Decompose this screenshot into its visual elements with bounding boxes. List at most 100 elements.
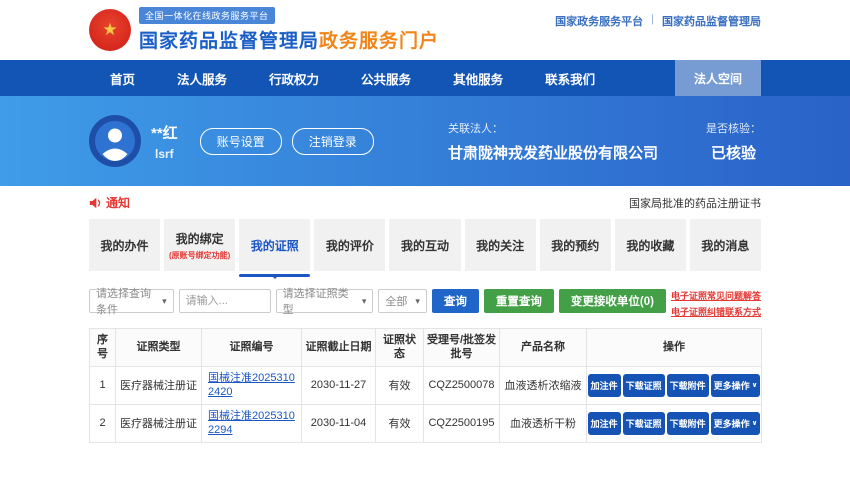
nav-item-legal-space[interactable]: 法人空间 (675, 60, 761, 96)
cell-actions: 加注件 下载证照 下载附件 更多操作 ∨ (587, 404, 762, 442)
active-tab-pointer (271, 275, 279, 283)
cell-no: 2 (90, 404, 116, 442)
logout-button[interactable]: 注销登录 (292, 128, 374, 155)
tab-my-binding-subnote: (原账号绑定功能) (169, 250, 230, 261)
verify-label: 是否核验： (706, 120, 761, 136)
cert-number-link[interactable]: 国械注准20253102294 (208, 409, 299, 438)
table-header-row: 序号 证照类型 证照编号 证照截止日期 证照状态 受理号/批签发批号 产品名称 … (90, 329, 762, 367)
cert-faq-link[interactable]: 电子证照常见问题解答 (671, 289, 761, 302)
national-emblem-icon: ★ (89, 9, 131, 51)
col-header-no: 序号 (90, 329, 116, 367)
cell-actions: 加注件 下载证照 下载附件 更多操作 ∨ (587, 366, 762, 404)
cell-product-name: 血液透析浓缩液 (500, 366, 587, 404)
verify-status: 已核验 (706, 142, 761, 163)
chevron-down-icon: ▾ (162, 296, 167, 307)
query-keyword-input[interactable] (179, 289, 271, 313)
tab-my-binding[interactable]: 我的绑定 (原账号绑定功能) (164, 219, 235, 271)
reset-query-button[interactable]: 重置查询 (484, 289, 554, 313)
certificates-table: 序号 证照类型 证照编号 证照截止日期 证照状态 受理号/批签发批号 产品名称 … (89, 328, 762, 443)
table-row: 2 医疗器械注册证 国械注准20253102294 2030-11-04 有效 … (90, 404, 762, 442)
tab-my-follows[interactable]: 我的关注 (465, 219, 536, 271)
nav-item-legal-services[interactable]: 法人服务 (156, 60, 248, 96)
speaker-icon (89, 197, 102, 209)
company-name: 甘肃陇神戎发药业股份有限公司 (448, 142, 658, 163)
user-name-sub: lsrf (151, 147, 178, 161)
notice-label: 通知 (106, 194, 130, 211)
nav-item-contact-us[interactable]: 联系我们 (524, 60, 616, 96)
cell-expiry-date: 2030-11-04 (302, 404, 376, 442)
nav-item-home[interactable]: 首页 (89, 60, 156, 96)
add-annotation-button[interactable]: 加注件 (588, 412, 621, 435)
query-condition-select[interactable]: 请选择查询条件 ▾ (89, 289, 174, 313)
nav-item-other-services[interactable]: 其他服务 (432, 60, 524, 96)
main-nav: 首页 法人服务 行政权力 公共服务 其他服务 联系我们 法人空间 (0, 60, 850, 96)
cell-receipt-number: CQZ2500195 (424, 404, 500, 442)
change-receiver-button[interactable]: 变更接收单位(0) (559, 289, 666, 313)
star-icon: ★ (102, 21, 117, 38)
cell-receipt-number: CQZ2500078 (424, 366, 500, 404)
top-link-nmpa[interactable]: 国家药品监督管理局 (662, 13, 761, 29)
tab-my-certificates[interactable]: 我的证照 (239, 219, 310, 271)
cell-expiry-date: 2030-11-27 (302, 366, 376, 404)
status-select[interactable]: 全部 ▾ (378, 289, 427, 313)
cell-no: 1 (90, 366, 116, 404)
more-actions-button[interactable]: 更多操作 ∨ (711, 412, 761, 435)
cell-cert-type: 医疗器械注册证 (116, 366, 202, 404)
tab-my-messages[interactable]: 我的消息 (690, 219, 761, 271)
top-link-gov-platform[interactable]: 国家政务服务平台 (555, 13, 643, 29)
cell-cert-number: 国械注准20253102420 (202, 366, 302, 404)
cell-cert-type: 医疗器械注册证 (116, 404, 202, 442)
top-link-divider: | (651, 13, 654, 29)
col-header-actions: 操作 (587, 329, 762, 367)
chevron-down-icon: ▾ (415, 296, 420, 307)
cell-status: 有效 (376, 366, 424, 404)
site-title-main: 国家药品监督管理局 (139, 31, 319, 52)
tab-my-reviews[interactable]: 我的评价 (314, 219, 385, 271)
tab-my-items[interactable]: 我的办件 (89, 219, 160, 271)
site-logo: ★ 全国一体化在线政务服务平台 国家药品监督管理局政务服务门户 (89, 7, 439, 53)
download-cert-button[interactable]: 下载证照 (623, 374, 665, 397)
col-header-receipt-number: 受理号/批签发批号 (424, 329, 500, 367)
add-annotation-button[interactable]: 加注件 (588, 374, 621, 397)
query-button[interactable]: 查询 (432, 289, 479, 313)
download-attachment-button[interactable]: 下载附件 (667, 374, 709, 397)
col-header-product-name: 产品名称 (500, 329, 587, 367)
col-header-expiry-date: 证照截止日期 (302, 329, 376, 367)
site-title-sub: 政务服务门户 (319, 31, 439, 52)
certificates-table-wrap: 序号 证照类型 证照编号 证照截止日期 证照状态 受理号/批签发批号 产品名称 … (0, 328, 850, 443)
cert-correction-contact-link[interactable]: 电子证照纠错联系方式 (671, 305, 761, 318)
chevron-down-icon: ▾ (362, 296, 367, 307)
site-title: 国家药品监督管理局政务服务门户 (139, 26, 439, 53)
cell-cert-number: 国械注准20253102294 (202, 404, 302, 442)
account-settings-button[interactable]: 账号设置 (200, 128, 282, 155)
col-header-cert-type: 证照类型 (116, 329, 202, 367)
nav-item-admin-power[interactable]: 行政权力 (248, 60, 340, 96)
tabs-bar: 我的办件 我的绑定 (原账号绑定功能) 我的证照 我的评价 我的互动 我的关注 … (0, 219, 850, 271)
tab-my-interactions[interactable]: 我的互动 (389, 219, 460, 271)
platform-badge: 全国一体化在线政务服务平台 (139, 7, 275, 24)
nav-item-public-services[interactable]: 公共服务 (340, 60, 432, 96)
download-attachment-button[interactable]: 下载附件 (667, 412, 709, 435)
user-avatar (89, 115, 141, 167)
col-header-cert-number: 证照编号 (202, 329, 302, 367)
certificate-type-select[interactable]: 请选择证照类型 ▾ (276, 289, 374, 313)
tab-my-appointments[interactable]: 我的预约 (540, 219, 611, 271)
cell-status: 有效 (376, 404, 424, 442)
notice-row: 通知 国家局批准的药品注册证书 (0, 186, 850, 211)
filter-row: 请选择查询条件 ▾ 请选择证照类型 ▾ 全部 ▾ 查询 重置查询 变更接收单位(… (0, 289, 850, 318)
tab-my-favorites[interactable]: 我的收藏 (615, 219, 686, 271)
cell-product-name: 血液透析干粉 (500, 404, 587, 442)
chevron-down-icon: ∨ (752, 381, 758, 389)
top-links: 国家政务服务平台 | 国家药品监督管理局 (555, 0, 761, 29)
user-name: **红 (151, 122, 178, 143)
chevron-down-icon: ∨ (752, 419, 758, 427)
user-banner: **红 lsrf 账号设置 注销登录 关联法人： 甘肃陇神戎发药业股份有限公司 … (0, 96, 850, 186)
table-row: 1 医疗器械注册证 国械注准20253102420 2030-11-27 有效 … (90, 366, 762, 404)
notice-marquee-text[interactable]: 国家局批准的药品注册证书 (629, 195, 761, 211)
cert-number-link[interactable]: 国械注准20253102420 (208, 371, 299, 400)
download-cert-button[interactable]: 下载证照 (623, 412, 665, 435)
col-header-status: 证照状态 (376, 329, 424, 367)
related-legal-label: 关联法人： (448, 120, 658, 136)
top-header: ★ 全国一体化在线政务服务平台 国家药品监督管理局政务服务门户 国家政务服务平台… (0, 0, 850, 60)
more-actions-button[interactable]: 更多操作 ∨ (711, 374, 761, 397)
